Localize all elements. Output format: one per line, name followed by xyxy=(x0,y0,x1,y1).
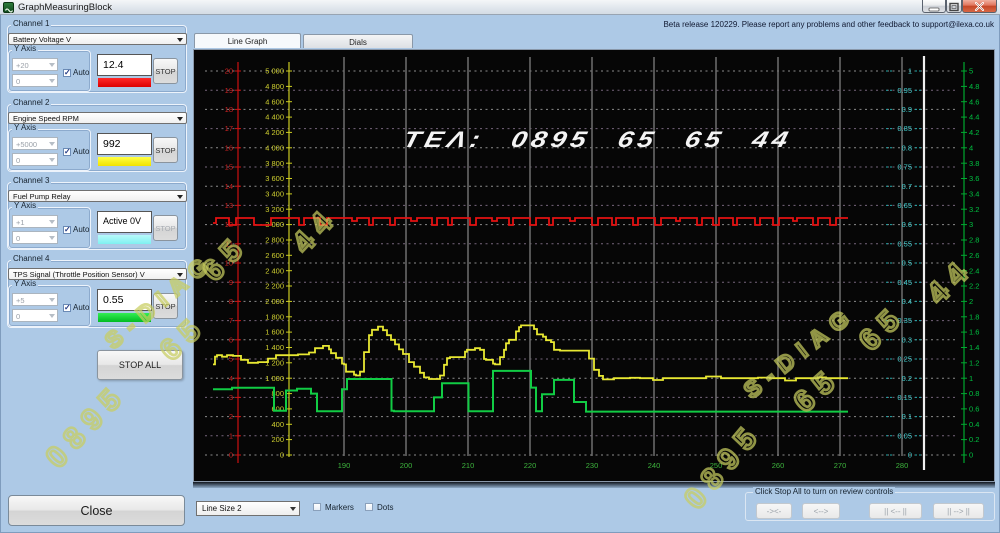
svg-text:18: 18 xyxy=(225,105,233,114)
svg-text:4: 4 xyxy=(969,143,973,152)
svg-text:2 600: 2 600 xyxy=(265,251,284,260)
svg-text:0: 0 xyxy=(908,451,912,460)
svg-text:1: 1 xyxy=(969,374,973,383)
svg-text:5: 5 xyxy=(969,67,973,76)
svg-text:3.8: 3.8 xyxy=(969,159,979,168)
svg-text:280: 280 xyxy=(896,461,909,470)
svg-text:0.05: 0.05 xyxy=(897,431,912,440)
svg-text:1.2: 1.2 xyxy=(969,358,979,367)
svg-text:190: 190 xyxy=(338,461,351,470)
svg-text:17: 17 xyxy=(225,124,233,133)
svg-text:4 600: 4 600 xyxy=(265,97,284,106)
svg-text:2 800: 2 800 xyxy=(265,236,284,245)
svg-text:0.25: 0.25 xyxy=(897,355,912,364)
svg-text:240: 240 xyxy=(648,461,661,470)
svg-text:200: 200 xyxy=(400,461,413,470)
svg-text:210: 210 xyxy=(462,461,475,470)
svg-text:3 200: 3 200 xyxy=(265,205,284,214)
svg-text:1 000: 1 000 xyxy=(265,374,284,383)
svg-text:4.2: 4.2 xyxy=(969,128,979,137)
svg-text:1: 1 xyxy=(908,67,912,76)
svg-text:4 200: 4 200 xyxy=(265,128,284,137)
svg-text:3.2: 3.2 xyxy=(969,205,979,214)
svg-text:19: 19 xyxy=(225,86,233,95)
svg-text:16: 16 xyxy=(225,143,233,152)
svg-text:2.6: 2.6 xyxy=(969,251,979,260)
svg-text:2 200: 2 200 xyxy=(265,282,284,291)
svg-text:0.95: 0.95 xyxy=(897,86,912,95)
svg-text:0.4: 0.4 xyxy=(969,420,979,429)
svg-text:0.9: 0.9 xyxy=(902,105,912,114)
svg-text:2: 2 xyxy=(229,412,233,421)
svg-text:0.2: 0.2 xyxy=(902,374,912,383)
svg-text:0: 0 xyxy=(969,451,973,460)
svg-text:4 400: 4 400 xyxy=(265,113,284,122)
svg-text:4 000: 4 000 xyxy=(265,143,284,152)
svg-text:400: 400 xyxy=(271,420,284,429)
svg-text:TEΛ: 0895 65 65 44: TEΛ: 0895 65 65 44 xyxy=(401,128,795,153)
svg-text:0.3: 0.3 xyxy=(902,335,912,344)
svg-text:0.1: 0.1 xyxy=(902,412,912,421)
svg-text:0.4: 0.4 xyxy=(902,297,912,306)
svg-text:0.2: 0.2 xyxy=(969,435,979,444)
svg-text:3: 3 xyxy=(969,220,973,229)
svg-text:220: 220 xyxy=(524,461,537,470)
svg-text:3.4: 3.4 xyxy=(969,190,979,199)
svg-text:0.85: 0.85 xyxy=(897,124,912,133)
svg-text:3 800: 3 800 xyxy=(265,159,284,168)
svg-text:0.5: 0.5 xyxy=(902,259,912,268)
svg-text:6: 6 xyxy=(229,335,233,344)
svg-text:260: 260 xyxy=(772,461,785,470)
svg-text:5 000: 5 000 xyxy=(265,67,284,76)
svg-text:8: 8 xyxy=(229,297,233,306)
svg-text:0.45: 0.45 xyxy=(897,278,912,287)
svg-text:0.6: 0.6 xyxy=(969,405,979,414)
svg-text:3: 3 xyxy=(229,393,233,402)
svg-text:0: 0 xyxy=(229,451,233,460)
svg-text:2 000: 2 000 xyxy=(265,297,284,306)
svg-text:1.8: 1.8 xyxy=(969,312,979,321)
svg-text:2.8: 2.8 xyxy=(969,236,979,245)
svg-text:0.6: 0.6 xyxy=(902,220,912,229)
svg-text:230: 230 xyxy=(586,461,599,470)
svg-text:200: 200 xyxy=(271,435,284,444)
svg-text:0.7: 0.7 xyxy=(902,182,912,191)
svg-text:4.4: 4.4 xyxy=(969,113,979,122)
svg-text:0.8: 0.8 xyxy=(902,143,912,152)
svg-text:3.6: 3.6 xyxy=(969,174,979,183)
svg-text:270: 270 xyxy=(834,461,847,470)
svg-text:4.8: 4.8 xyxy=(969,82,979,91)
svg-text:1: 1 xyxy=(229,431,233,440)
svg-text:4 800: 4 800 xyxy=(265,82,284,91)
svg-text:1 400: 1 400 xyxy=(265,343,284,352)
svg-text:3 400: 3 400 xyxy=(265,190,284,199)
svg-text:3 600: 3 600 xyxy=(265,174,284,183)
svg-text:2 400: 2 400 xyxy=(265,266,284,275)
svg-text:14: 14 xyxy=(225,182,233,191)
svg-text:1 800: 1 800 xyxy=(265,312,284,321)
svg-text:1 600: 1 600 xyxy=(265,328,284,337)
svg-text:0.65: 0.65 xyxy=(897,201,912,210)
svg-text:0.15: 0.15 xyxy=(897,393,912,402)
svg-text:13: 13 xyxy=(225,201,233,210)
svg-text:0.75: 0.75 xyxy=(897,163,912,172)
svg-text:2: 2 xyxy=(969,297,973,306)
svg-text:0.8: 0.8 xyxy=(969,389,979,398)
svg-text:0.55: 0.55 xyxy=(897,239,912,248)
svg-text:0: 0 xyxy=(280,451,284,460)
svg-text:20: 20 xyxy=(225,67,233,76)
svg-text:1.4: 1.4 xyxy=(969,343,979,352)
svg-text:4: 4 xyxy=(229,374,233,383)
svg-text:1.6: 1.6 xyxy=(969,328,979,337)
svg-text:15: 15 xyxy=(225,163,233,172)
svg-text:4.6: 4.6 xyxy=(969,97,979,106)
svg-text:7: 7 xyxy=(229,316,233,325)
